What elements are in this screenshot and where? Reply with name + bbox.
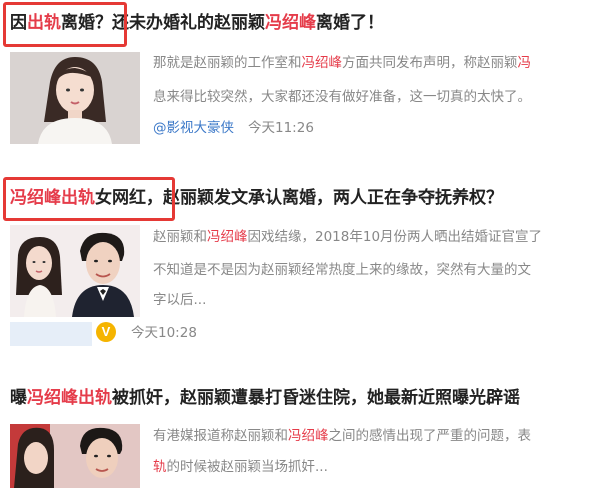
snippet-highlight: 冯	[517, 55, 532, 71]
timestamp: 今天10:28	[131, 325, 197, 341]
article-3-title[interactable]: 曝冯绍峰出轨被抓奸，赵丽颖遭暴打昏迷住院，她最新近照曝光辟谣	[10, 387, 520, 409]
highlight-box	[3, 2, 127, 47]
snippet-text: 赵丽颖和	[153, 229, 207, 245]
article-1-thumbnail[interactable]	[10, 52, 140, 144]
woman-portrait-image	[10, 52, 140, 144]
title-text: 曝	[10, 388, 27, 408]
title-highlight: 冯绍峰	[265, 13, 316, 33]
snippet-text: 方面共同发布声明，称赵丽颖	[342, 55, 518, 71]
timestamp: 今天11:26	[248, 120, 314, 136]
snippet-text: 有港媒报道称赵丽颖和	[153, 428, 288, 444]
couple-photo-image	[10, 424, 140, 488]
snippet-highlight: 冯绍峰	[288, 428, 329, 444]
article-2-thumbnail[interactable]	[10, 225, 140, 317]
title-text: ，赵丽颖发文承认离婚，两人正在争夺抚养权？	[146, 188, 503, 208]
article-1-snippet-line1: 那就是赵丽颖的工作室和冯绍峰方面共同发布声明，称赵丽颖冯	[153, 50, 531, 76]
snippet-highlight: 冯绍峰	[207, 229, 248, 245]
article-2-snippet-line3: 字以后...	[153, 292, 207, 308]
snippet-text: 之间的感情出现了严重的问题，表	[328, 428, 532, 444]
title-text: 离婚了！	[316, 13, 384, 33]
article-3-thumbnail[interactable]	[10, 424, 140, 488]
snippet-highlight: 轨	[153, 459, 167, 475]
article-2-snippet-line2: 不知道是不是因为赵丽颖经常热度上来的缘故，突然有大量的文	[153, 262, 531, 278]
article-1-meta: @影视大豪侠 今天11:26	[153, 119, 314, 137]
snippet-text: 因戏结缘，2018年10月份两人晒出结婚证官宣了	[247, 229, 543, 245]
source-link[interactable]: @影视大豪侠	[153, 120, 234, 136]
title-highlight: 冯绍峰出轨	[27, 388, 112, 408]
article-3-snippet-line2: 轨的时候被赵丽颖当场抓奸...	[153, 454, 328, 480]
snippet-text: 那就是赵丽颖的工作室和	[153, 55, 302, 71]
couple-photo-image	[10, 225, 140, 317]
snippet-highlight: 冯绍峰	[301, 55, 343, 71]
highlight-box	[3, 177, 175, 221]
title-text: 被抓奸，赵丽颖遭暴打昏迷住院，她最新近照曝光辟谣	[112, 388, 520, 408]
verified-badge-icon: V	[96, 322, 116, 342]
article-3-snippet-line1: 有港媒报道称赵丽颖和冯绍峰之间的感情出现了严重的问题，表	[153, 423, 531, 449]
article-2-snippet-line1: 赵丽颖和冯绍峰因戏结缘，2018年10月份两人晒出结婚证官宣了	[153, 224, 542, 250]
article-1-snippet-line2: 息来得比较突然，大家都还没有做好准备，这一切真的太快了。	[153, 89, 531, 105]
source-avatar-placeholder	[10, 322, 92, 346]
snippet-text: 的时候被赵丽颖当场抓奸...	[166, 459, 328, 475]
